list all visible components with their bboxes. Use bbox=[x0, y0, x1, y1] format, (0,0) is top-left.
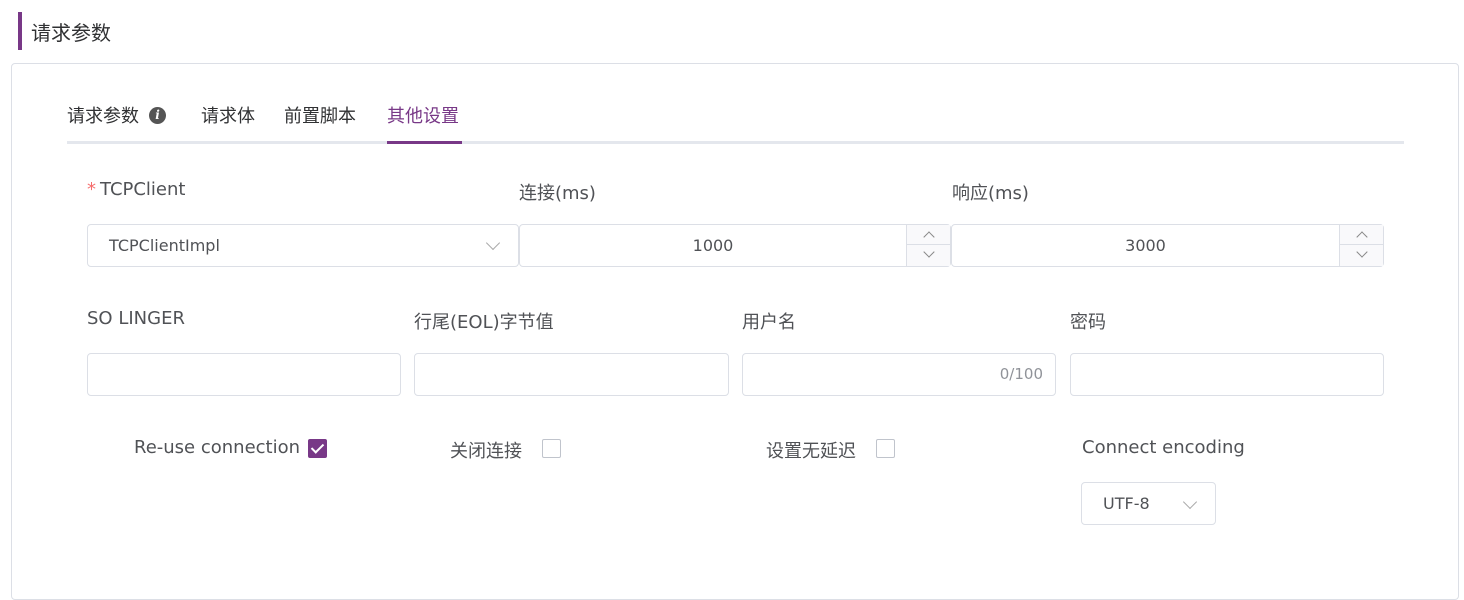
chevron-up-icon bbox=[1356, 231, 1368, 243]
tcp-client-label: * TCPClient bbox=[87, 179, 185, 200]
chevron-up-icon bbox=[923, 231, 935, 243]
response-timeout-value: 3000 bbox=[1125, 236, 1166, 255]
decrease-button[interactable] bbox=[1340, 245, 1383, 265]
no-delay-label: 设置无延迟 bbox=[766, 441, 856, 462]
reuse-connection-checkbox[interactable] bbox=[308, 439, 327, 458]
password-label: 密码 bbox=[1070, 312, 1106, 333]
tab-label: 请求体 bbox=[201, 106, 255, 127]
tab-other-settings[interactable]: 其他设置 bbox=[387, 90, 459, 144]
so-linger-label: SO LINGER bbox=[87, 308, 185, 329]
so-linger-input[interactable] bbox=[87, 353, 401, 396]
connect-timeout-value: 1000 bbox=[692, 236, 734, 255]
tcp-client-value: TCPClientImpl bbox=[109, 236, 220, 255]
connect-timeout-label: 连接(ms) bbox=[519, 183, 596, 204]
tcp-client-select[interactable]: TCPClientImpl bbox=[87, 224, 519, 267]
response-timeout-input[interactable]: 3000 bbox=[951, 224, 1384, 267]
connect-timeout-stepper bbox=[906, 225, 950, 266]
char-counter: 0/100 bbox=[999, 365, 1043, 383]
username-input[interactable]: 0/100 bbox=[742, 353, 1056, 396]
connect-encoding-select[interactable]: UTF-8 bbox=[1081, 482, 1216, 525]
close-connection-label: 关闭连接 bbox=[450, 441, 522, 462]
reuse-connection-label: Re-use connection bbox=[134, 437, 301, 458]
info-icon[interactable]: i bbox=[149, 106, 166, 124]
decrease-button[interactable] bbox=[907, 245, 950, 265]
required-mark: * bbox=[87, 179, 96, 200]
close-connection-checkbox[interactable] bbox=[542, 439, 561, 458]
connect-encoding-label: Connect encoding bbox=[1082, 437, 1245, 458]
response-timeout-label: 响应(ms) bbox=[952, 183, 1029, 204]
chevron-down-icon bbox=[923, 246, 935, 258]
chevron-down-icon bbox=[485, 235, 501, 251]
connect-timeout-input[interactable]: 1000 bbox=[519, 224, 951, 267]
password-input[interactable] bbox=[1070, 353, 1384, 396]
eol-byte-label: 行尾(EOL)字节值 bbox=[414, 312, 554, 333]
settings-card: 请求参数 i 请求体 前置脚本 其他设置 * TCPClient 连接(ms) 响应… bbox=[11, 63, 1459, 600]
tab-request-body[interactable]: 请求体 bbox=[201, 90, 255, 144]
response-timeout-stepper bbox=[1339, 225, 1383, 266]
eol-byte-input[interactable] bbox=[414, 353, 729, 396]
username-label: 用户名 bbox=[742, 312, 796, 333]
tab-bar: 请求参数 i 请求体 前置脚本 其他设置 bbox=[67, 90, 1404, 144]
active-tab-indicator bbox=[387, 141, 462, 144]
tab-request-params[interactable]: 请求参数 i bbox=[67, 90, 166, 144]
section-header: 请求参数 bbox=[18, 12, 111, 50]
chevron-down-icon bbox=[1356, 246, 1368, 258]
tab-pre-script[interactable]: 前置脚本 bbox=[284, 90, 356, 144]
tcp-client-label-text: TCPClient bbox=[100, 179, 186, 200]
tab-label: 前置脚本 bbox=[284, 106, 356, 127]
no-delay-checkbox[interactable] bbox=[876, 439, 895, 458]
chevron-down-icon bbox=[1182, 494, 1198, 510]
increase-button[interactable] bbox=[1340, 225, 1383, 245]
tab-label: 请求参数 bbox=[67, 106, 139, 127]
connect-encoding-value: UTF-8 bbox=[1103, 494, 1150, 513]
tab-label: 其他设置 bbox=[387, 106, 459, 127]
increase-button[interactable] bbox=[907, 225, 950, 245]
section-title: 请求参数 bbox=[31, 20, 111, 45]
